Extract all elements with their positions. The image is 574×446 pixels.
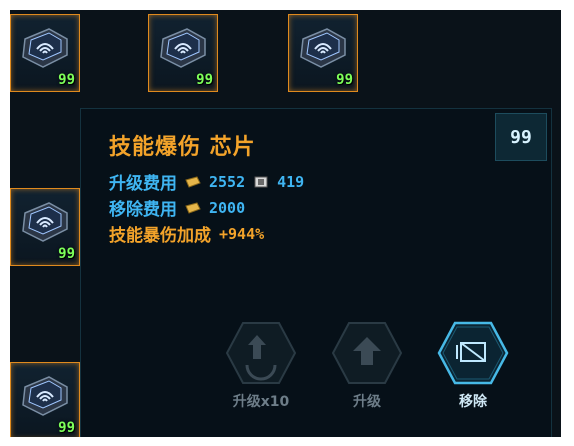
- chip-count: 99: [58, 72, 75, 88]
- upgrade-icon: [331, 322, 403, 384]
- remove-cost-row: 移除费用 2000: [109, 195, 246, 221]
- chip-title: 技能爆伤 芯片: [109, 135, 256, 160]
- chip-count: 99: [196, 72, 213, 88]
- upgrade-x10-label: 升级x10: [232, 394, 290, 410]
- upgrade-cost-row: 升级费用 2552 419: [109, 169, 305, 195]
- bonus-label: 技能暴伤加成: [109, 226, 211, 246]
- bonus-row: 技能暴伤加成 +944%: [109, 221, 265, 247]
- remove-button[interactable]: 移除: [433, 319, 513, 411]
- upgrade-button[interactable]: 升级: [327, 319, 407, 411]
- chip-count: 99: [336, 72, 353, 88]
- upgrade-cost-label: 升级费用: [109, 174, 177, 194]
- chip-slot[interactable]: 99: [10, 362, 80, 437]
- remove-cost-gold: 2000: [209, 198, 246, 217]
- upgrade-cost-gold: 2552: [209, 172, 246, 191]
- upgrade-label: 升级: [353, 394, 381, 410]
- upgrade-x10-icon: [225, 322, 297, 384]
- chip-icon: [22, 28, 68, 68]
- chip-slot[interactable]: 99: [288, 14, 358, 92]
- bonus-value: +944%: [219, 224, 265, 243]
- chip-icon: [300, 28, 346, 68]
- chip-count: 99: [58, 246, 75, 262]
- gold-coin-icon: [185, 201, 201, 214]
- chip-count-box: 99: [495, 113, 547, 161]
- chip-detail-panel: 技能爆伤 芯片 99 升级费用 2552 419 移除费用 2000 技能暴伤加…: [80, 108, 552, 437]
- game-screen: 99 99 99 99 99 技能爆伤 芯片 99 升级费用 2552 419 …: [10, 10, 561, 437]
- chip-icon: [22, 376, 68, 416]
- upgrade-cost-chip: 419: [277, 172, 305, 191]
- upgrade-x10-button[interactable]: 升级x10: [221, 319, 301, 411]
- remove-icon: [437, 321, 509, 385]
- chip-icon: [22, 202, 68, 242]
- remove-label: 移除: [459, 394, 487, 410]
- chip-slot[interactable]: 99: [10, 188, 80, 266]
- chip-count: 99: [58, 420, 75, 436]
- remove-cost-label: 移除费用: [109, 200, 177, 220]
- chip-material-icon: [254, 176, 268, 187]
- chip-slot[interactable]: 99: [148, 14, 218, 92]
- chip-slot[interactable]: 99: [10, 14, 80, 92]
- gold-coin-icon: [185, 175, 201, 188]
- chip-icon: [160, 28, 206, 68]
